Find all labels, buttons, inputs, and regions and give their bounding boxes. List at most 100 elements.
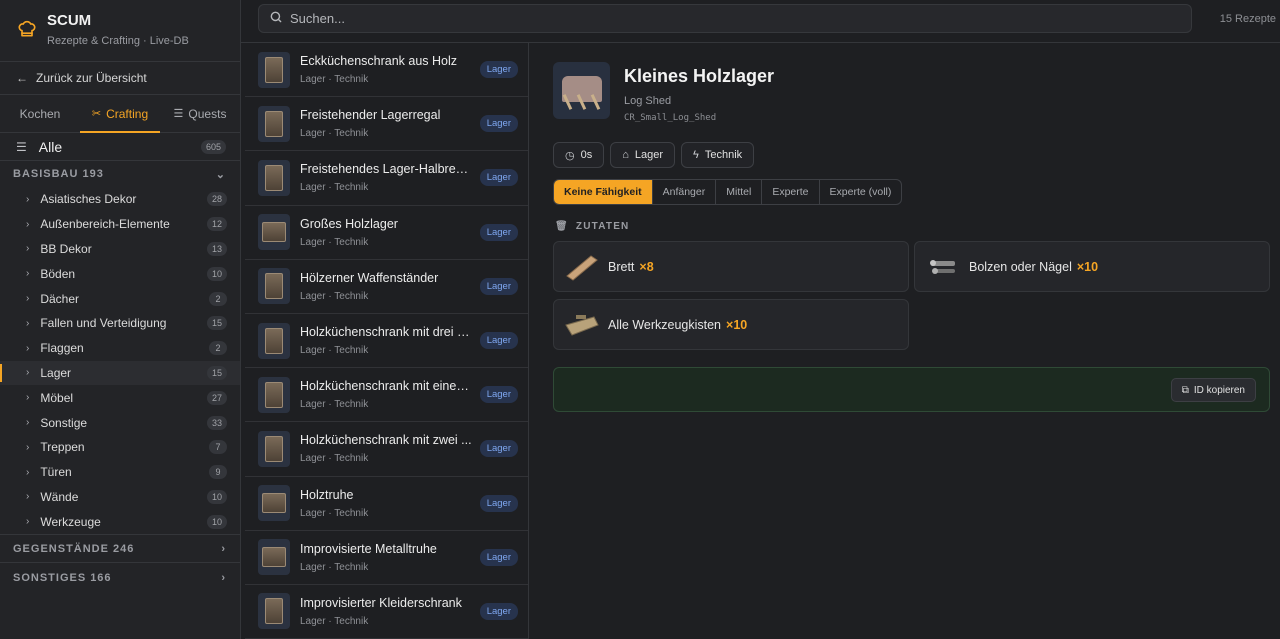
recipe-thumbnail [258, 268, 290, 305]
recipe-list-item[interactable]: Improvisierte Metalltruhe Lager · Technik… [245, 531, 528, 585]
type-value: Technik [704, 149, 743, 161]
count-badge: 15 [206, 365, 227, 380]
sidebar-category[interactable]: › Treppen 7 [0, 435, 240, 460]
mode-tabs: Kochen ✂ Crafting ☰ Quests [0, 95, 240, 133]
type-chip: ϟ Technik [681, 142, 755, 168]
copy-id-button[interactable]: ⧉ ID kopieren [1170, 378, 1256, 402]
skill-none[interactable]: Keine Fähigkeit [554, 180, 653, 204]
section-basisbau[interactable]: BASISBAU 193 ⌄ [0, 161, 240, 187]
section-sonstiges[interactable]: SONSTIGES 166 › [0, 562, 240, 592]
recipe-name: Großes Holzlager [300, 216, 398, 231]
copy-icon: ⧉ [1181, 384, 1189, 396]
category-label: Dächer [40, 291, 80, 306]
recipe-list-item[interactable]: Großes Holzlager Lager · Technik Lager [245, 206, 528, 260]
category-tag: Lager [479, 223, 518, 241]
time-value: 0s [580, 149, 593, 161]
recipe-subtitle: Log Shed [624, 95, 672, 107]
sidebar-category[interactable]: › Flaggen 2 [0, 336, 240, 361]
sidebar-category[interactable]: › Sonstige 33 [0, 410, 240, 435]
recipe-name: Holzküchenschrank mit drei S... [300, 325, 472, 340]
recipe-list-item[interactable]: Hölzerner Waffenständer Lager · Technik La… [245, 260, 528, 314]
tab-crafting[interactable]: ✂ Crafting [80, 95, 160, 133]
ingredient-qty: ×10 [726, 317, 748, 332]
chevron-right-icon: › [26, 516, 30, 528]
skill-beginner[interactable]: Anfänger [653, 180, 717, 204]
tab-kochen[interactable]: Kochen [0, 95, 80, 132]
recipe-list-item[interactable]: Eckküchenschrank aus Holz Lager · Technik… [245, 43, 528, 98]
back-label: Zurück zur Übersicht [36, 71, 147, 85]
search-box[interactable] [258, 4, 1192, 33]
recipe-title: Kleines Holzlager [624, 66, 775, 86]
bolt-icon: ϟ [693, 149, 699, 161]
recipe-meta: Lager · Technik [300, 561, 369, 573]
info-chips: ◷ 0s ⌂ Lager ϟ Technik [553, 142, 755, 168]
tab-label: Kochen [19, 106, 61, 121]
filter-all-label: Alle [38, 138, 63, 155]
recipe-name: Freistehender Lagerregal [300, 108, 441, 123]
recipe-list-item[interactable]: Freistehendes Lager-Halbregal Lager · Tec… [245, 151, 528, 206]
sidebar-category[interactable]: › Asiatisches Dekor 28 [0, 187, 240, 212]
category-label: Flaggen [40, 341, 84, 356]
section-count: 193 [82, 168, 104, 180]
detail-header: Kleines Holzlager Log Shed CR_Small_Log_… [553, 62, 774, 123]
sidebar-category[interactable]: › Möbel 27 [0, 385, 240, 410]
recipe-list-item[interactable]: Holztruhe Lager · Technik Lager [245, 477, 528, 531]
category-label: Asiatisches Dekor [40, 192, 137, 207]
chevron-right-icon: › [26, 466, 30, 478]
recipe-meta: Lager · Technik [300, 128, 369, 140]
crafting-icon: ✂ [91, 108, 102, 120]
chevron-right-icon: › [26, 342, 30, 354]
chevron-right-icon: › [26, 193, 30, 205]
recipe-name: Improvisierter Kleiderschrank [300, 595, 462, 610]
app-subtitle: Rezepte & Crafting · Live-DB [47, 35, 189, 47]
sidebar-category[interactable]: › Werkzeuge 10 [0, 509, 240, 534]
plank-icon [564, 249, 600, 285]
count-badge: 28 [206, 192, 227, 207]
search-input[interactable] [290, 11, 1170, 26]
sidebar-category[interactable]: › Lager 15 [0, 360, 240, 386]
section-gegenstaende[interactable]: GEGENSTÄNDE 246 › [0, 534, 240, 562]
back-link[interactable]: ← Zurück zur Übersicht [0, 62, 240, 95]
sidebar-category[interactable]: › Wände 10 [0, 485, 240, 510]
chevron-right-icon: › [26, 367, 30, 379]
recipe-list-item[interactable]: Holzküchenschrank mit zwei ... Lager · Te… [245, 422, 528, 477]
skill-medium[interactable]: Mittel [716, 180, 763, 204]
recipe-list-item[interactable]: Holzküchenschrank mit drei S... Lager · T… [245, 314, 528, 369]
sidebar-category[interactable]: › Böden 10 [0, 261, 240, 286]
recipe-thumbnail [258, 539, 290, 576]
chevron-right-icon: › [26, 417, 30, 429]
sidebar-category[interactable]: › Türen 9 [0, 460, 240, 485]
recipe-list-item[interactable]: Improvisierter Kleiderschrank Lager · Tec… [245, 585, 528, 639]
sidebar-category[interactable]: › BB Dekor 13 [0, 237, 240, 262]
sidebar-category[interactable]: › Außenbereich-Elemente 12 [0, 212, 240, 237]
category-chip: ⌂ Lager [610, 142, 676, 168]
chevron-down-icon: ⌄ [215, 168, 226, 181]
section-name: BASISBAU [13, 168, 79, 180]
recipe-name: Holzküchenschrank mit einer ... [300, 379, 472, 394]
sidebar-category[interactable]: › Dächer 2 [0, 286, 240, 311]
bolts-icon [925, 249, 961, 285]
recipe-thumbnail [258, 51, 290, 88]
chevron-right-icon: › [26, 441, 30, 453]
category-tag: Lager [479, 332, 518, 350]
skill-expert-full[interactable]: Experte (voll) [820, 180, 902, 204]
ingredient-name: Bolzen oder Nägel [969, 259, 1072, 274]
chevron-right-icon: › [26, 491, 30, 503]
recipe-meta: Lager · Technik [300, 345, 369, 357]
toolbox-icon [564, 307, 600, 343]
recipe-list-item[interactable]: Holzküchenschrank mit einer ... Lager · T… [245, 368, 528, 423]
recipe-name: Holzküchenschrank mit zwei ... [300, 433, 472, 448]
recipe-meta: Lager · Technik [300, 615, 369, 627]
recipe-meta: Lager · Technik [300, 453, 369, 465]
recipe-list-item[interactable]: Freistehender Lagerregal Lager · Technik L… [245, 97, 528, 152]
category-label: Werkzeuge [40, 514, 101, 529]
count-badge: 13 [206, 241, 227, 256]
section-count: 166 [90, 571, 112, 584]
category-list: › Asiatisches Dekor 28 › Außenbereich-Elemen… [0, 187, 240, 534]
tab-quests[interactable]: ☰ Quests [160, 95, 240, 132]
category-tag: Lager [479, 115, 518, 133]
skill-expert[interactable]: Experte [762, 180, 820, 204]
tab-label: Quests [188, 106, 227, 121]
filter-all[interactable]: ☰ Alle 605 [0, 133, 240, 161]
sidebar-category[interactable]: › Fallen und Verteidigung 15 [0, 311, 240, 336]
